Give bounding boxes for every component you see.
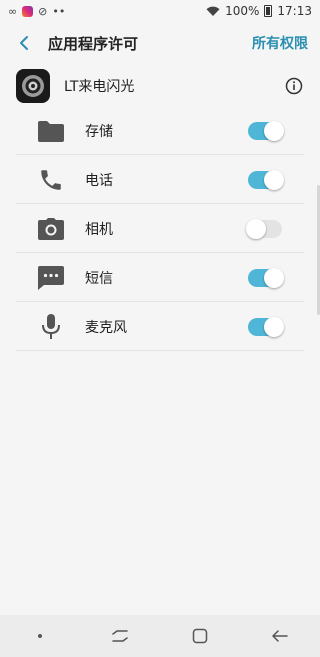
permission-item-microphone[interactable]: 麦克风 [0, 302, 320, 351]
toggle-knob [264, 267, 284, 288]
clock: 17:13 [277, 4, 312, 18]
sms-icon [35, 262, 67, 294]
blocked-icon: ⊘ [38, 4, 48, 18]
toggle-knob [246, 218, 266, 239]
permission-label: 麦克风 [85, 319, 127, 336]
permission-label: 相机 [85, 221, 113, 238]
all-permissions-button[interactable]: 所有权限 [252, 33, 308, 53]
toggle-knob [264, 316, 284, 337]
permission-list: 存储 电话 相机 短信 麦克风 [0, 106, 320, 351]
back-nav-button[interactable] [265, 621, 295, 651]
microphone-toggle[interactable] [248, 316, 284, 337]
app-info-button[interactable] [284, 76, 304, 96]
app-bar: 应用程序许可 所有权限 [0, 22, 320, 64]
folder-icon [35, 115, 67, 147]
back-arrow-icon [272, 630, 288, 642]
battery-icon [264, 5, 273, 17]
app-name: LT来电闪光 [64, 79, 135, 95]
home-square-icon [192, 628, 208, 644]
info-icon [285, 77, 303, 95]
permission-item-camera[interactable]: 相机 [0, 204, 320, 253]
camera-icon [35, 213, 67, 245]
recent-apps-button[interactable] [105, 621, 135, 651]
permission-label: 存储 [85, 123, 113, 140]
battery-percent: 100% [225, 4, 260, 18]
permission-item-sms[interactable]: 短信 [0, 253, 320, 302]
page-title: 应用程序许可 [48, 34, 139, 53]
status-left: ∞ ⊘ •• [8, 4, 66, 18]
permission-item-storage[interactable]: 存储 [0, 106, 320, 155]
permission-label: 短信 [85, 270, 113, 287]
status-right: 100% 17:13 [206, 4, 312, 18]
permission-item-phone[interactable]: 电话 [0, 155, 320, 204]
storage-toggle[interactable] [248, 120, 284, 141]
phone-icon [35, 164, 67, 196]
app-logo-icon [22, 75, 44, 97]
microphone-icon [35, 311, 67, 343]
more-notifications-icon: •• [52, 4, 66, 18]
navigation-bar [0, 615, 320, 657]
home-button[interactable] [185, 621, 215, 651]
phone-toggle[interactable] [248, 169, 284, 190]
app-logo [16, 69, 50, 103]
back-button[interactable] [12, 31, 36, 55]
toggle-knob [264, 120, 284, 141]
app-info-row: LT来电闪光 [0, 66, 320, 106]
sms-toggle[interactable] [248, 267, 284, 288]
wifi-icon [206, 6, 220, 16]
nav-dot-button[interactable] [25, 621, 55, 651]
toggle-knob [264, 169, 284, 190]
link-icon: ∞ [8, 4, 18, 18]
dot-icon [38, 634, 42, 638]
permission-label: 电话 [85, 172, 113, 189]
status-bar: ∞ ⊘ •• 100% 17:13 [0, 0, 320, 22]
chevron-left-icon [20, 36, 28, 50]
instagram-icon [22, 5, 34, 17]
camera-toggle[interactable] [246, 218, 282, 239]
recent-apps-icon [112, 630, 128, 642]
